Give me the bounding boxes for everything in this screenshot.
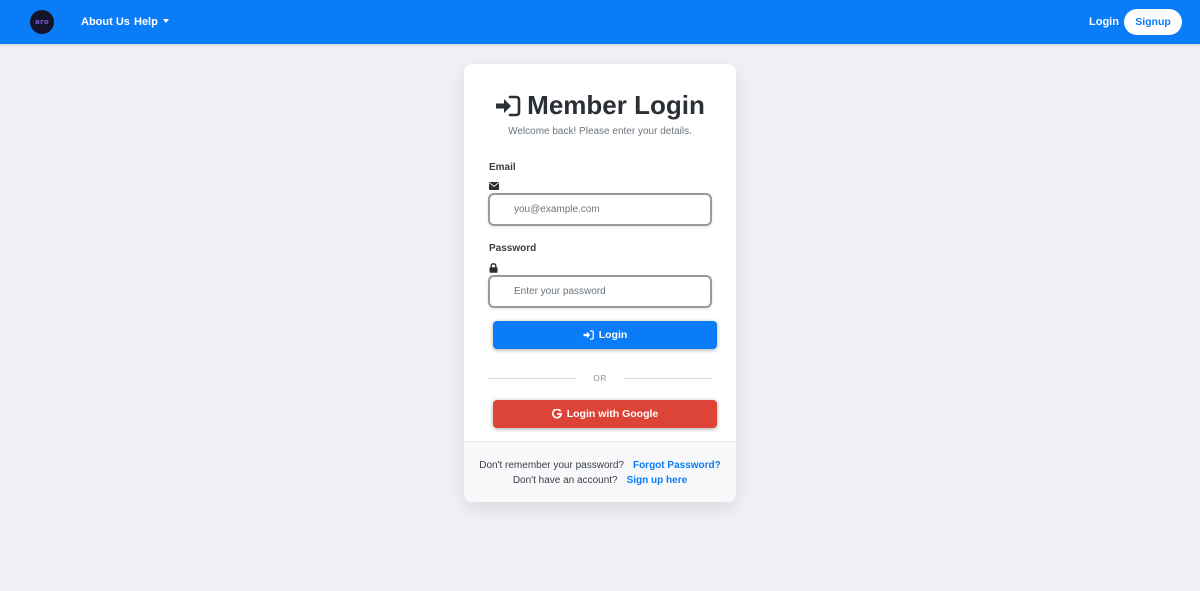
- email-label: Email: [489, 162, 516, 173]
- nav-login-link[interactable]: Login: [1089, 16, 1119, 28]
- password-label: Password: [489, 243, 537, 254]
- login-title-text: Member Login: [527, 90, 705, 120]
- nav-help-dropdown[interactable]: Help: [134, 16, 169, 28]
- forgot-password-row: Don't remember your password? Forgot Pass…: [464, 460, 736, 471]
- login-button[interactable]: Login: [493, 321, 717, 349]
- email-input[interactable]: [488, 193, 712, 226]
- nav-help-label: Help: [134, 16, 158, 28]
- google-login-button[interactable]: Login with Google: [493, 400, 717, 428]
- caret-down-icon: [162, 19, 169, 23]
- envelope-icon: [489, 182, 499, 190]
- forgot-password-link[interactable]: Forgot Password?: [633, 460, 721, 471]
- brand-logo[interactable]: aro: [30, 10, 54, 34]
- signup-prompt: Don't have an account?: [512, 475, 618, 486]
- login-title: Member Login: [464, 90, 736, 121]
- google-icon: [551, 409, 562, 419]
- nav-signup-button[interactable]: Signup: [1124, 9, 1182, 35]
- google-button-label: Login with Google: [566, 408, 659, 420]
- top-navbar: aro About Us Help Login Signup: [0, 0, 1200, 44]
- or-divider: OR: [488, 373, 712, 383]
- login-button-label: Login: [598, 329, 628, 341]
- brand-logo-text: aro: [35, 18, 49, 26]
- nav-about-us-link[interactable]: About Us: [81, 16, 130, 28]
- signup-here-link[interactable]: Sign up here: [627, 475, 688, 486]
- login-subtitle: Welcome back! Please enter your details.: [508, 126, 692, 137]
- card-footer: Don't remember your password? Forgot Pass…: [464, 441, 736, 502]
- divider-line-right: [624, 378, 712, 379]
- lock-icon: [489, 263, 498, 273]
- forgot-password-prompt: Don't remember your password?: [479, 460, 624, 471]
- sign-in-icon: [583, 330, 594, 340]
- signup-row: Don't have an account? Sign up here: [464, 475, 736, 486]
- sign-in-icon: [496, 95, 521, 116]
- login-card: Member Login Welcome back! Please enter …: [464, 64, 736, 502]
- password-input[interactable]: [488, 275, 712, 308]
